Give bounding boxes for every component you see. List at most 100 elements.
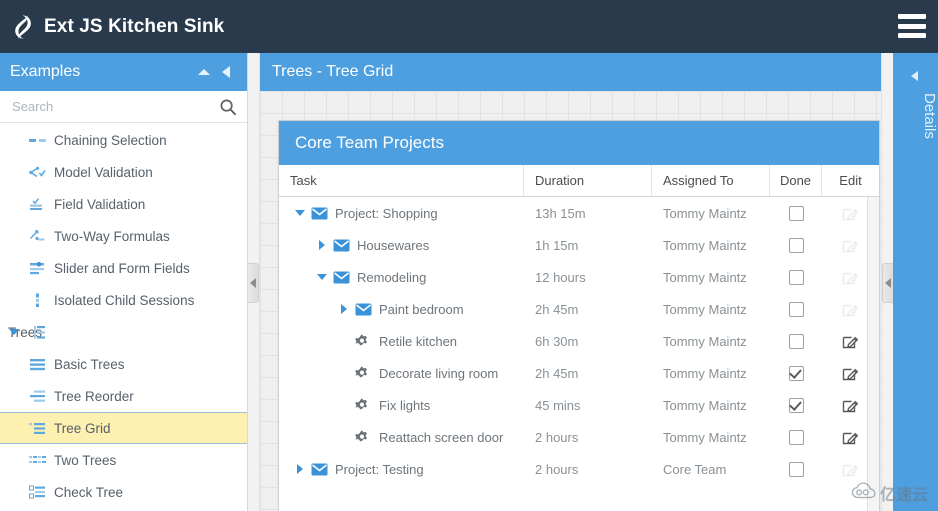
examples-sidebar: Examples Chaining Selection Model Validat… xyxy=(0,53,248,511)
sidebar-item-chaining-selection[interactable]: Chaining Selection xyxy=(0,124,247,156)
table-row[interactable]: Project: Shopping 13h 15m Tommy Maintz xyxy=(279,197,879,229)
grid-header-assigned[interactable]: Assigned To xyxy=(652,165,770,196)
triangle-left-icon[interactable] xyxy=(215,61,237,83)
duration-value: 1h 15m xyxy=(535,237,579,253)
cell-assigned-to: Tommy Maintz xyxy=(652,197,770,229)
sidebar-item-tree-reorder[interactable]: Tree Reorder xyxy=(0,380,247,412)
grid-header-duration[interactable]: Duration xyxy=(524,165,652,196)
task-label: Paint bedroom xyxy=(379,301,464,317)
cell-task[interactable]: Housewares xyxy=(279,229,524,261)
triangle-right-icon[interactable] xyxy=(311,237,333,253)
right-splitter[interactable] xyxy=(881,53,893,511)
sidebar-item-tree-grid[interactable]: Tree Grid xyxy=(0,412,247,444)
grid-header-label: Task xyxy=(290,173,317,188)
tree-reorder-icon xyxy=(28,388,46,404)
hamburger-menu-icon[interactable] xyxy=(898,14,926,38)
table-row[interactable]: Project: Testing 2 hours Core Team xyxy=(279,453,879,485)
grid-header-label: Assigned To xyxy=(663,173,734,188)
cell-task[interactable]: Reattach screen door xyxy=(279,421,524,453)
folder-icon xyxy=(333,269,353,285)
sidebar-item-isolated-child-sessions[interactable]: Isolated Child Sessions xyxy=(0,284,247,316)
tree-grid-panel: Core Team Projects Task Duration Assigned … xyxy=(278,120,880,511)
assigned-to-value: Tommy Maintz xyxy=(663,269,747,285)
sidebar-item-label: Isolated Child Sessions xyxy=(54,292,195,308)
table-row[interactable]: Retile kitchen 6h 30m Tommy Maintz xyxy=(279,325,879,357)
triangle-down-icon[interactable] xyxy=(289,205,311,221)
sidebar-item-field-validation[interactable]: Field Validation xyxy=(0,188,247,220)
edit-icon[interactable] xyxy=(842,365,859,382)
collapse-details-panel-button[interactable] xyxy=(882,263,893,303)
cell-task[interactable]: Remodeling xyxy=(279,261,524,293)
cell-duration: 6h 30m xyxy=(524,325,652,357)
cell-done xyxy=(770,197,822,229)
cell-task[interactable]: Retile kitchen xyxy=(279,325,524,357)
cell-done xyxy=(770,357,822,389)
cell-task[interactable]: Project: Testing xyxy=(279,453,524,485)
cell-duration: 13h 15m xyxy=(524,197,652,229)
sidebar-item-two-way-formulas[interactable]: Two-Way Formulas xyxy=(0,220,247,252)
grid-vertical-scrollbar[interactable] xyxy=(867,197,879,511)
table-row[interactable]: Decorate living room 2h 45m Tommy Maintz xyxy=(279,357,879,389)
done-checkbox[interactable] xyxy=(788,269,804,285)
task-label: Decorate living room xyxy=(379,365,499,381)
done-checkbox[interactable] xyxy=(788,333,804,349)
sidebar-item-model-validation[interactable]: Model Validation xyxy=(0,156,247,188)
grid-panel-title: Core Team Projects xyxy=(279,121,879,165)
sidebar-item-two-trees[interactable]: Two Trees xyxy=(0,444,247,476)
cell-task[interactable]: Project: Shopping xyxy=(279,197,524,229)
triangle-right-icon[interactable] xyxy=(333,301,355,317)
details-panel-tab[interactable]: Details xyxy=(893,53,938,511)
search-icon[interactable] xyxy=(219,98,237,116)
grid-rows[interactable]: Project: Shopping 13h 15m Tommy Maintz Hous… xyxy=(279,197,879,485)
model-validation-icon xyxy=(28,164,46,180)
grid-header-task[interactable]: Task xyxy=(279,165,524,196)
done-checkbox[interactable] xyxy=(788,301,804,317)
task-label: Retile kitchen xyxy=(379,333,458,349)
table-row[interactable]: Reattach screen door 2 hours Tommy Maintz xyxy=(279,421,879,453)
done-checkbox[interactable] xyxy=(788,461,804,477)
left-splitter[interactable] xyxy=(248,53,260,511)
edit-icon[interactable] xyxy=(842,333,859,350)
cell-assigned-to: Tommy Maintz xyxy=(652,357,770,389)
done-checkbox[interactable] xyxy=(788,397,804,413)
done-checkbox[interactable] xyxy=(788,365,804,381)
two-trees-icon xyxy=(28,452,46,468)
edit-icon[interactable] xyxy=(842,397,859,414)
table-row[interactable]: Housewares 1h 15m Tommy Maintz xyxy=(279,229,879,261)
done-checkbox[interactable] xyxy=(788,429,804,445)
grid-header-edit[interactable]: Edit xyxy=(822,165,879,196)
cell-duration: 2 hours xyxy=(524,421,652,453)
triangle-down-icon[interactable] xyxy=(311,269,333,285)
grid-title-text: Core Team Projects xyxy=(295,133,444,152)
sidebar-item-basic-trees[interactable]: Basic Trees xyxy=(0,348,247,380)
table-row[interactable]: Paint bedroom 2h 45m Tommy Maintz xyxy=(279,293,879,325)
table-row[interactable]: Fix lights 45 mins Tommy Maintz xyxy=(279,389,879,421)
cell-duration: 2 hours xyxy=(524,453,652,485)
sidebar-item-trees[interactable]: Trees xyxy=(0,316,247,348)
triangle-down-icon[interactable] xyxy=(9,329,19,335)
done-checkbox[interactable] xyxy=(788,205,804,221)
duration-value: 2 hours xyxy=(535,429,579,445)
cell-task[interactable]: Fix lights xyxy=(279,389,524,421)
table-row[interactable]: Remodeling 12 hours Tommy Maintz xyxy=(279,261,879,293)
examples-nav-list[interactable]: Chaining Selection Model Validation Field … xyxy=(0,123,247,511)
sidebar-item-label: Tree Reorder xyxy=(54,388,134,404)
folder-icon xyxy=(355,301,375,317)
triangle-right-icon[interactable] xyxy=(289,461,311,477)
tree-expander-spacer xyxy=(333,429,355,445)
duration-value: 45 mins xyxy=(535,397,581,413)
cell-duration: 1h 15m xyxy=(524,229,652,261)
sidebar-header: Examples xyxy=(0,53,247,91)
triangle-up-icon[interactable] xyxy=(193,61,215,83)
search-input[interactable] xyxy=(10,98,219,115)
cell-task[interactable]: Decorate living room xyxy=(279,357,524,389)
sidebar-item-label: Two-Way Formulas xyxy=(54,228,170,244)
sidebar-item-check-tree[interactable]: Check Tree xyxy=(0,476,247,508)
top-app-bar: Ext JS Kitchen Sink xyxy=(0,0,938,53)
cell-task[interactable]: Paint bedroom xyxy=(279,293,524,325)
sidebar-item-slider-and-form-fields[interactable]: Slider and Form Fields xyxy=(0,252,247,284)
collapse-left-panel-button[interactable] xyxy=(248,263,259,303)
done-checkbox[interactable] xyxy=(788,237,804,253)
edit-icon[interactable] xyxy=(842,429,859,446)
grid-header-done[interactable]: Done xyxy=(770,165,822,196)
